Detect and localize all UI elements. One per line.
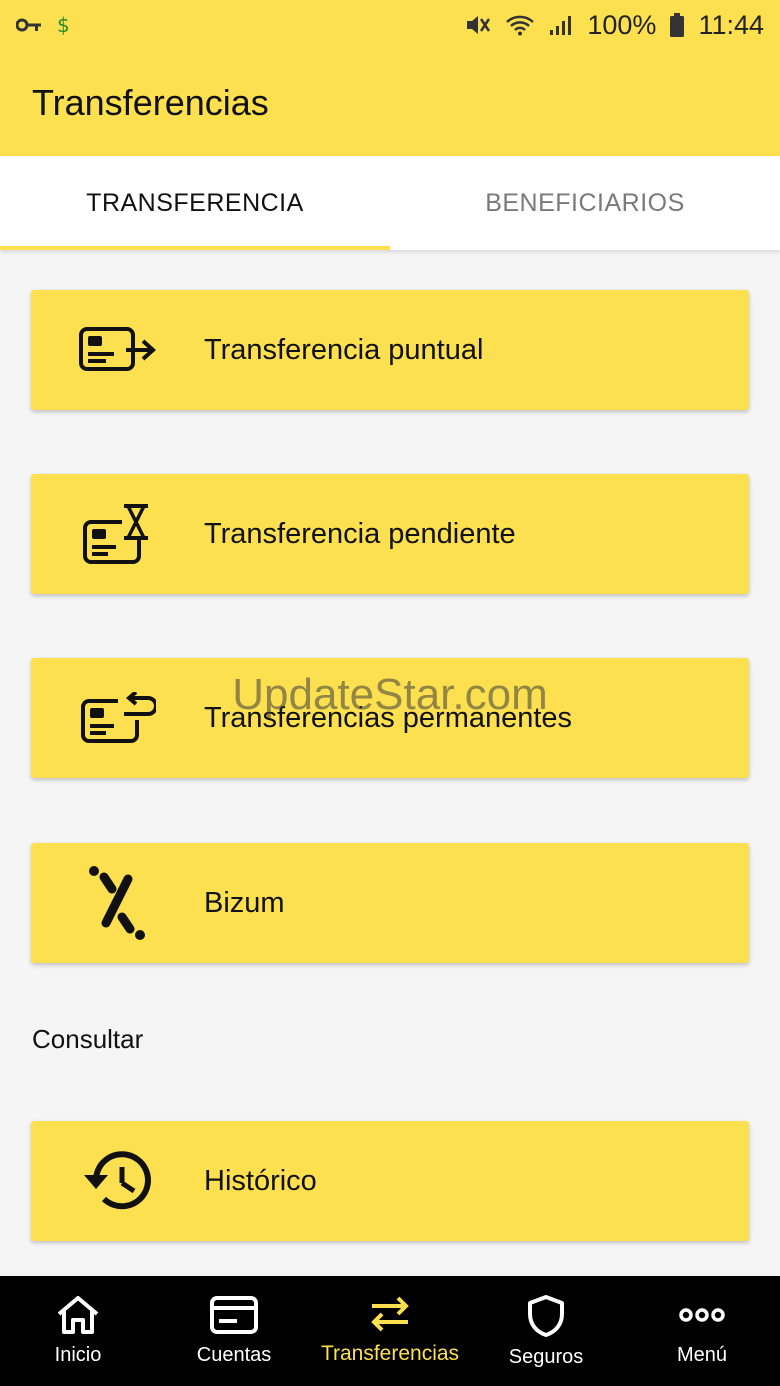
shield-icon bbox=[526, 1294, 566, 1338]
money-icon: $ bbox=[56, 14, 70, 36]
card-label: Transferencias permanentes bbox=[204, 701, 573, 734]
bizum-button[interactable]: Bizum bbox=[31, 843, 749, 963]
transferencia-puntual-button[interactable]: Transferencia puntual bbox=[31, 290, 749, 410]
nav-label: Cuentas bbox=[196, 1344, 272, 1366]
more-dots-icon bbox=[678, 1294, 726, 1336]
home-icon bbox=[55, 1294, 101, 1336]
card-hourglass-icon bbox=[75, 491, 161, 577]
nav-label: Inicio bbox=[54, 1344, 102, 1366]
card-label: Transferencia puntual bbox=[204, 333, 484, 366]
nav-item-cuentas[interactable]: Cuentas bbox=[156, 1276, 312, 1386]
tab-label: BENEFICIARIOS bbox=[485, 188, 685, 217]
card-label: Histórico bbox=[204, 1164, 317, 1197]
nav-item-transferencias[interactable]: Transferencias bbox=[312, 1276, 468, 1386]
history-icon bbox=[75, 1138, 161, 1224]
tab-label: TRANSFERENCIA bbox=[86, 188, 304, 217]
page-title: Transferencias bbox=[32, 82, 269, 123]
tab-bar: TRANSFERENCIA BENEFICIARIOS bbox=[0, 156, 780, 250]
nav-label: Seguros bbox=[508, 1346, 584, 1368]
clock: 11:44 bbox=[698, 9, 764, 40]
nav-label: Menú bbox=[676, 1344, 728, 1366]
status-bar: $ 100% 11:44 bbox=[0, 0, 780, 50]
tab-transferencia[interactable]: TRANSFERENCIA bbox=[0, 156, 390, 250]
key-icon bbox=[16, 17, 42, 33]
nav-item-seguros[interactable]: Seguros bbox=[468, 1276, 624, 1386]
transferencias-permanentes-button[interactable]: Transferencias permanentes bbox=[31, 658, 749, 778]
card-label: Transferencia pendiente bbox=[204, 517, 516, 550]
bottom-nav: Inicio Cuentas Transferencias Seguros Me… bbox=[0, 1276, 780, 1386]
nav-item-inicio[interactable]: Inicio bbox=[0, 1276, 156, 1386]
wifi-icon bbox=[505, 14, 535, 36]
card-repeat-icon bbox=[75, 675, 161, 761]
signal-icon bbox=[549, 14, 573, 36]
tab-beneficiarios[interactable]: BENEFICIARIOS bbox=[390, 156, 780, 250]
transferencia-pendiente-button[interactable]: Transferencia pendiente bbox=[31, 474, 749, 594]
bizum-icon bbox=[75, 860, 161, 946]
card-arrow-icon bbox=[75, 307, 161, 393]
nav-item-menu[interactable]: Menú bbox=[624, 1276, 780, 1386]
card-label: Bizum bbox=[204, 886, 285, 919]
svg-text:$: $ bbox=[57, 14, 70, 36]
battery-percent: 100% bbox=[587, 9, 657, 40]
historico-button[interactable]: Histórico bbox=[31, 1121, 749, 1241]
section-title-consultar: Consultar bbox=[32, 1024, 144, 1054]
mute-icon bbox=[465, 13, 491, 37]
card-icon bbox=[209, 1294, 259, 1336]
transfer-arrows-icon bbox=[368, 1294, 412, 1334]
nav-label: Transferencias bbox=[320, 1342, 460, 1365]
battery-icon bbox=[670, 13, 685, 37]
app-bar: Transferencias bbox=[0, 50, 780, 156]
